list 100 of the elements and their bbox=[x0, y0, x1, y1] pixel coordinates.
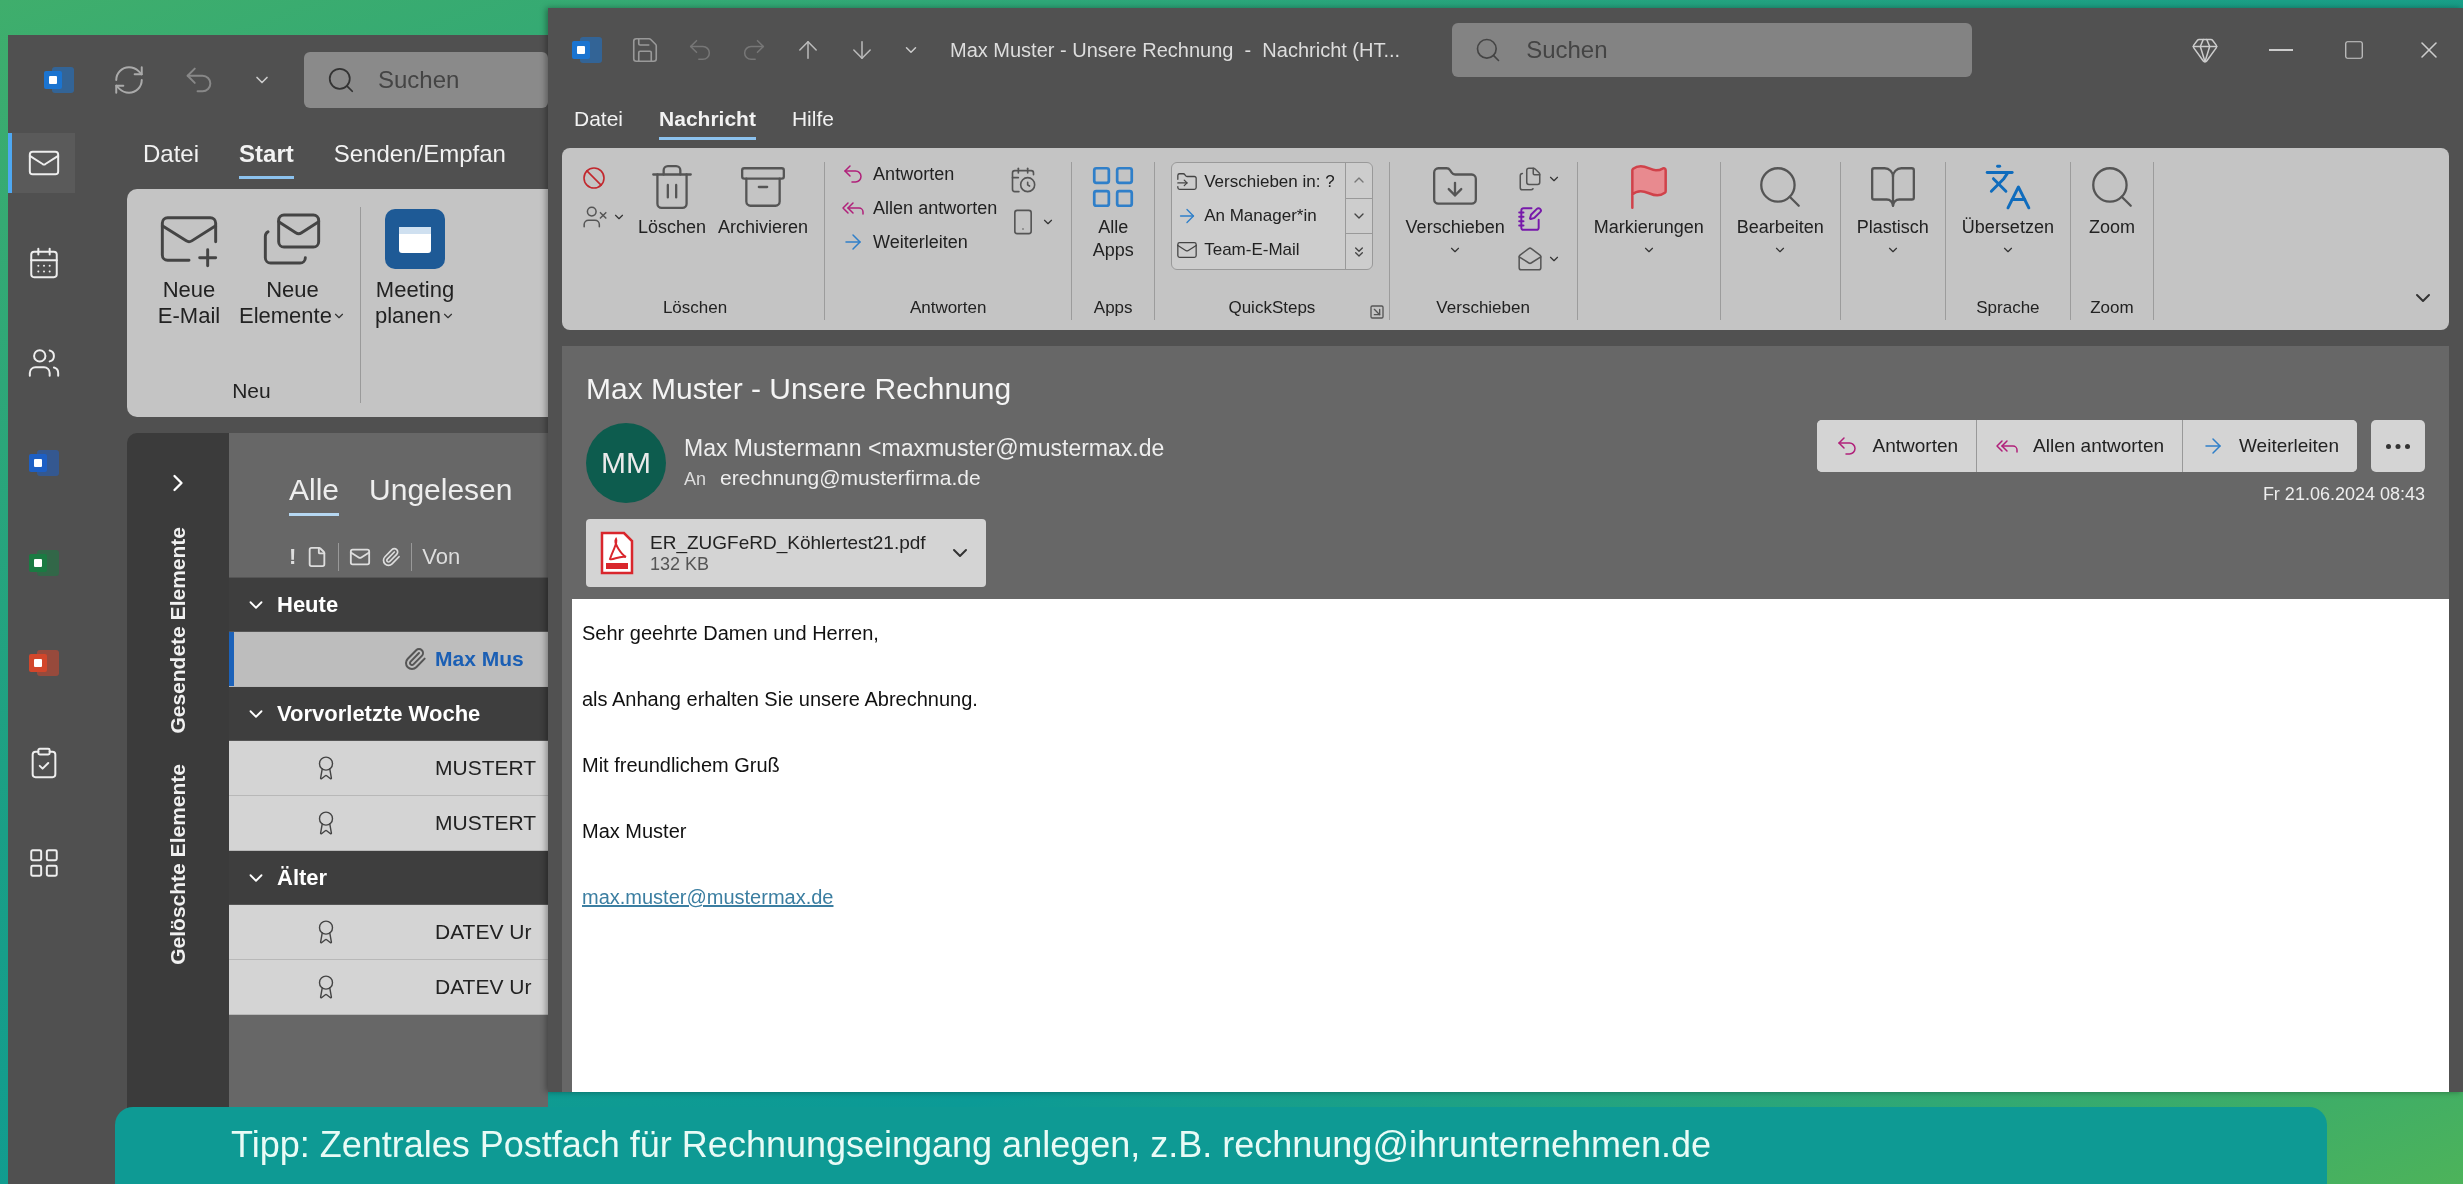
ribbon-button[interactable]: Antworten bbox=[841, 162, 998, 186]
group-label: Vorvorletzte Woche bbox=[277, 700, 481, 727]
notebook-icon bbox=[1516, 206, 1543, 232]
group-label: Antworten bbox=[909, 298, 987, 319]
ribbon-icon-button[interactable] bbox=[582, 204, 626, 230]
menu-tab[interactable]: Hilfe bbox=[791, 107, 834, 140]
ribbon-button[interactable]: Plastisch bbox=[1856, 162, 1929, 257]
ribbon-button[interactable]: Archivieren bbox=[718, 162, 809, 239]
mail-row[interactable]: DATEV Ur bbox=[229, 960, 548, 1015]
sender-name: MUSTERT bbox=[434, 756, 537, 780]
ribbon-button[interactable]: Übersetzen bbox=[1961, 162, 2054, 257]
ribbon-button[interactable]: Allen antworten bbox=[841, 196, 998, 220]
message-date: Fr 21.06.2024 08:43 bbox=[2262, 484, 2425, 505]
attachment-card[interactable]: ER_ZUGFeRD_Köhlertest21.pdf 132 KB bbox=[586, 519, 986, 587]
premium-button[interactable] bbox=[2191, 36, 2219, 64]
sender-name: DATEV Ur bbox=[434, 975, 532, 999]
menu-tab[interactable]: Datei bbox=[574, 107, 624, 140]
presentation-app-icon bbox=[26, 648, 61, 678]
more-button[interactable] bbox=[2371, 420, 2425, 472]
search-icon bbox=[326, 65, 356, 95]
group-label: Heute bbox=[277, 591, 339, 618]
ribbon-button[interactable]: Alle Apps bbox=[1088, 162, 1139, 261]
mail-row[interactable]: MUSTERT bbox=[229, 796, 548, 851]
email-link[interactable]: max.muster@mustermax.de bbox=[582, 885, 834, 909]
maximize-icon bbox=[2343, 39, 2365, 61]
ribbon-button[interactable]: Meeting planen bbox=[374, 207, 456, 403]
sender-name: DATEV Ur bbox=[434, 920, 532, 944]
group-header[interactable]: Älter bbox=[229, 851, 548, 905]
ribbon-button[interactable]: Verschieben bbox=[1405, 162, 1505, 257]
column-header[interactable]: ! bbox=[289, 544, 297, 570]
group-label: Neu bbox=[232, 379, 271, 403]
body-paragraph: als Anhang erhalten Sie unsere Abrechnung. bbox=[582, 687, 979, 711]
more-icon bbox=[2386, 443, 2410, 449]
ribbon-button[interactable]: Löschen bbox=[638, 162, 707, 239]
save-icon bbox=[630, 35, 660, 65]
spreadsheet-app-icon bbox=[26, 548, 61, 578]
search-field[interactable]: Suchen bbox=[304, 52, 548, 108]
block-user-icon bbox=[582, 204, 608, 230]
ribbon-button[interactable]: Weiterleiten bbox=[841, 230, 998, 254]
ribbon-button[interactable]: Neue E-Mail bbox=[157, 207, 221, 379]
window-title: Max Muster - Unsere Rechnung - Nachricht (HT... bbox=[950, 38, 1401, 62]
folder-link[interactable]: Gesendete Elemente bbox=[166, 527, 190, 734]
group-label: Verschieben bbox=[1436, 298, 1530, 319]
group-label: Apps bbox=[1093, 298, 1133, 319]
attachment-name: ER_ZUGFeRD_Köhlertest21.pdf bbox=[650, 531, 927, 554]
menu-tab[interactable]: Senden/Empfan bbox=[333, 140, 506, 179]
filter-tab[interactable]: Ungelesen bbox=[369, 473, 513, 516]
menu-tab[interactable]: Start bbox=[239, 140, 294, 179]
sync-icon bbox=[112, 63, 146, 97]
sender-name: Max Mus bbox=[434, 647, 524, 671]
tip-text: Tipp: Zentrales Postfach für Rechnungseingang anlegen, z.B. rechnung@ihrunternehmen.de bbox=[231, 1124, 1712, 1165]
pdf-file-icon bbox=[600, 531, 634, 575]
calendar-reply-icon bbox=[1009, 166, 1038, 194]
ribbon-button[interactable]: Markierungen bbox=[1593, 162, 1704, 257]
group-label: QuickSteps bbox=[1228, 298, 1316, 319]
menu-tab[interactable]: Nachricht bbox=[659, 107, 756, 140]
ribbon-button[interactable]: Bearbeiten bbox=[1736, 162, 1824, 257]
group-label: Älter bbox=[277, 864, 328, 891]
calendar-icon bbox=[383, 207, 447, 271]
avatar: MM bbox=[586, 422, 666, 503]
paperclip-icon bbox=[381, 547, 402, 567]
filter-tab[interactable]: Alle bbox=[289, 473, 340, 516]
dialog-launcher-button[interactable] bbox=[1368, 304, 1385, 320]
body-paragraph: Mit freundlichem Gruß bbox=[582, 753, 781, 777]
quickstep-item[interactable]: Team-E-Mail bbox=[1176, 239, 1335, 261]
envelope-icon bbox=[1176, 239, 1199, 261]
maximize-button[interactable] bbox=[2343, 39, 2365, 61]
ribbon-button[interactable]: Neue Elemente bbox=[239, 207, 346, 379]
folder-link[interactable]: Gelöschte Elemente bbox=[166, 763, 190, 965]
block-icon bbox=[582, 166, 606, 190]
ribbon-icon-button[interactable] bbox=[1516, 246, 1561, 272]
folder-move-icon bbox=[1176, 171, 1199, 193]
ribbon-button[interactable]: Zoom bbox=[2086, 162, 2137, 239]
mail-row[interactable]: DATEV Ur bbox=[229, 905, 548, 960]
launcher-icon bbox=[1368, 304, 1385, 320]
message-action-button[interactable]: Weiterleiten bbox=[2182, 420, 2357, 472]
mail-row[interactable]: MUSTERT bbox=[229, 741, 548, 796]
quickstep-item[interactable]: An Manager*in bbox=[1176, 205, 1335, 227]
group-header[interactable]: Heute bbox=[229, 578, 548, 632]
body-paragraph: Sehr geehrte Damen und Herren, bbox=[582, 621, 880, 645]
search-field[interactable]: Suchen bbox=[1452, 23, 1973, 77]
group-header[interactable]: Vorvorletzte Woche bbox=[229, 687, 548, 741]
minimize-icon bbox=[2269, 49, 2293, 51]
recipient-label: An bbox=[684, 469, 707, 490]
attachment-size: 132 KB bbox=[650, 553, 710, 575]
rules-icon bbox=[1516, 166, 1543, 192]
column-header[interactable]: Von bbox=[422, 544, 461, 570]
mail-open-icon bbox=[1516, 246, 1543, 272]
menu-tab[interactable]: Datei bbox=[143, 140, 200, 179]
group-label: Zoom bbox=[2090, 298, 2134, 319]
quickstep-item[interactable]: Verschieben in: ? bbox=[1176, 171, 1335, 193]
sender-name: MUSTERT bbox=[434, 811, 537, 835]
mail-app-logo-icon bbox=[570, 35, 604, 65]
nav-button[interactable] bbox=[8, 133, 75, 193]
diamond-icon bbox=[2191, 36, 2219, 64]
ribbon-icon-button[interactable] bbox=[1516, 166, 1561, 192]
body-paragraph: Max Muster bbox=[582, 819, 688, 843]
mail-app-logo-icon bbox=[42, 65, 76, 95]
envelope-icon bbox=[349, 546, 372, 568]
document-app-icon bbox=[26, 448, 61, 478]
